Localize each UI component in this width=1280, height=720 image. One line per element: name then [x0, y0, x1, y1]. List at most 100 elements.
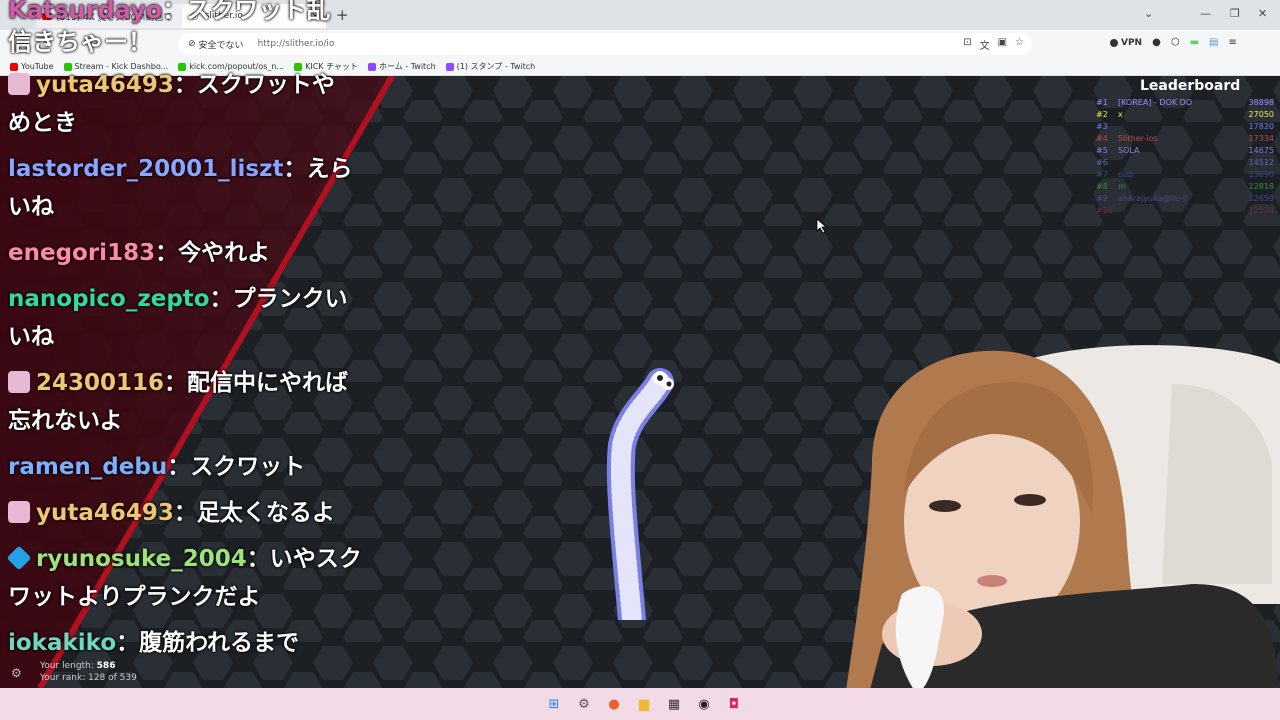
chat-message: yuta46493：スクワットや めとき — [8, 66, 368, 142]
leaderboard-row: #1 [KOREA] - DOK DO 38898 — [1096, 98, 1274, 110]
rank: #5 — [1096, 146, 1108, 155]
close-window-button[interactable]: ✕ — [1258, 7, 1267, 20]
chat-text: いね — [8, 194, 54, 220]
minimize-button[interactable]: — — [1200, 7, 1211, 20]
chat-text: めとき — [8, 110, 77, 136]
bookmark-twitch-stamps[interactable]: (1) スタンプ - Twitch — [445, 61, 535, 72]
rank: #1 — [1096, 98, 1108, 107]
chat-text: いね — [8, 324, 54, 350]
player-name: [KOREA] - DOK DO — [1118, 98, 1193, 107]
player-name — [1118, 206, 1238, 218]
twitch-icon — [368, 62, 376, 71]
chat-message: Katsurdayo：スクワット乱 信きちゃー！ — [8, 0, 330, 58]
leaderboard-row: #10 12524 — [1096, 206, 1274, 218]
firefox-icon[interactable]: ● — [604, 694, 624, 714]
windows-start-icon[interactable]: ⊞ — [544, 694, 564, 714]
player-name: Slither-ios — [1118, 134, 1158, 143]
player-name — [1118, 122, 1238, 134]
chat-text: ：えら — [283, 156, 353, 182]
leaderboard-row: #7 dub 13690 — [1096, 170, 1274, 182]
obs-icon[interactable]: ◉ — [694, 694, 714, 714]
bookmark-twitch-home[interactable]: ホーム - Twitch — [368, 61, 436, 72]
length-value: 586 — [96, 661, 116, 671]
score: 12524 — [1248, 206, 1274, 215]
chat-message: ryunosuke_2004：いやスク ワットよりプランクだよ — [6, 540, 368, 616]
chat-message: lastorder_20001_liszt：えら いね — [8, 150, 368, 226]
chat-username: ryunosuke_2004 — [36, 546, 247, 572]
chat-username: enegori183 — [8, 240, 156, 266]
chat-text: ：腹筋われるまで — [116, 630, 300, 656]
url-actions: ⊡ 文 ▣ ☆ — [963, 37, 1024, 52]
chat-username: 24300116 — [36, 370, 165, 396]
chat-message: nanopico_zepto：プランクい いね — [8, 280, 368, 356]
chat-username: yuta46493 — [36, 72, 174, 98]
chat-text: ：スクワットや — [173, 72, 335, 98]
chat-username: iokakiko — [8, 630, 117, 656]
settings-gear-icon[interactable]: ⚙ — [11, 666, 22, 680]
recorder-icon[interactable]: ◘ — [724, 694, 744, 714]
menu-icon[interactable]: ≡ — [1228, 37, 1236, 48]
score: 38898 — [1248, 98, 1274, 107]
vpn-button[interactable]: VPN — [1110, 38, 1142, 48]
chat-text: ：スクワット乱 — [162, 0, 331, 24]
chat-message: iokakiko：腹筋われるまで — [8, 624, 368, 662]
length-label: Your length: — [40, 661, 94, 671]
rank: #9 — [1096, 194, 1108, 203]
restore-button[interactable]: ❐ — [1230, 7, 1240, 20]
rank: #6 — [1096, 158, 1108, 167]
player-name: m — [1118, 182, 1126, 191]
puzzle-icon[interactable]: ⬡ — [1171, 37, 1180, 48]
rank: #2 — [1096, 110, 1108, 119]
rank-text: Your rank: 128 of 539 — [40, 673, 137, 683]
score: 27050 — [1248, 110, 1274, 119]
twitch-icon — [445, 62, 454, 71]
mouse-cursor-icon — [816, 218, 828, 234]
leaderboard-row: #9 aharajyuka@ilu-li 12659 — [1096, 194, 1274, 206]
chat-username: nanopico_zepto — [8, 286, 210, 312]
rank: #7 — [1096, 170, 1108, 179]
score: 17334 — [1248, 134, 1274, 143]
chat-text: ：いやスク — [246, 546, 362, 572]
rank: #3 — [1096, 122, 1108, 131]
player-name: x — [1118, 110, 1123, 119]
app-icon[interactable]: ▦ — [664, 694, 684, 714]
bookmark-star-icon[interactable]: ☆ — [1015, 37, 1024, 52]
n-extension-icon[interactable]: ● — [1152, 37, 1161, 48]
subscriber-badge-icon — [8, 501, 30, 523]
chat-text: ：プランクい — [209, 286, 348, 312]
player-name: dub — [1118, 170, 1134, 179]
player-name: aharajyuka@ilu-li — [1118, 194, 1188, 203]
score: 14512 — [1248, 158, 1274, 167]
taskbar: ⊞ ⚙ ● ▆ ▦ ◉ ◘ — [0, 688, 1280, 720]
toolbar-right: VPN ● ⬡ ▬ ▤ ≡ — [1110, 37, 1237, 48]
leaderboard-row: #6 14512 — [1096, 158, 1274, 170]
chat-username: yuta46493 — [36, 500, 174, 526]
rank: #8 — [1096, 182, 1108, 191]
bookmark-label: ホーム - Twitch — [379, 62, 436, 71]
new-tab-button[interactable]: + — [336, 6, 349, 24]
score: 17820 — [1248, 122, 1274, 131]
translate-icon[interactable]: 文 — [980, 37, 990, 52]
rank: #4 — [1096, 134, 1108, 143]
leaderboard-row: #5 SOLA 14675 — [1096, 146, 1274, 158]
install-icon[interactable]: ⊡ — [963, 37, 971, 52]
player-snake — [606, 368, 674, 620]
chat-text: ワットよりプランクだよ — [8, 584, 261, 610]
chat-username: ramen_debu — [8, 454, 168, 480]
battery-icon[interactable]: ▬ — [1190, 37, 1199, 48]
cube-badge-icon — [6, 545, 32, 571]
extension-icon[interactable]: ▣ — [998, 37, 1007, 52]
leaderboard-row: #8 m 12818 — [1096, 182, 1274, 194]
score: 12818 — [1248, 182, 1274, 191]
player-name: SOLA — [1118, 146, 1140, 155]
chat-text: 忘れないよ — [8, 408, 123, 434]
chat-message: 24300116：配信中にやれば 忘れないよ — [8, 364, 368, 440]
settings-gear-icon[interactable]: ⚙ — [574, 694, 594, 714]
chevron-down-icon[interactable]: ⌄ — [1144, 7, 1153, 20]
chat-text: ：足太くなるよ — [173, 500, 335, 526]
sidebar-icon[interactable]: ▤ — [1209, 37, 1218, 48]
taskbar-icons: ⊞ ⚙ ● ▆ ▦ ◉ ◘ — [544, 694, 744, 714]
subscriber-badge-icon — [8, 73, 30, 95]
folder-icon[interactable]: ▆ — [634, 694, 654, 714]
subscriber-badge-icon — [8, 371, 30, 393]
